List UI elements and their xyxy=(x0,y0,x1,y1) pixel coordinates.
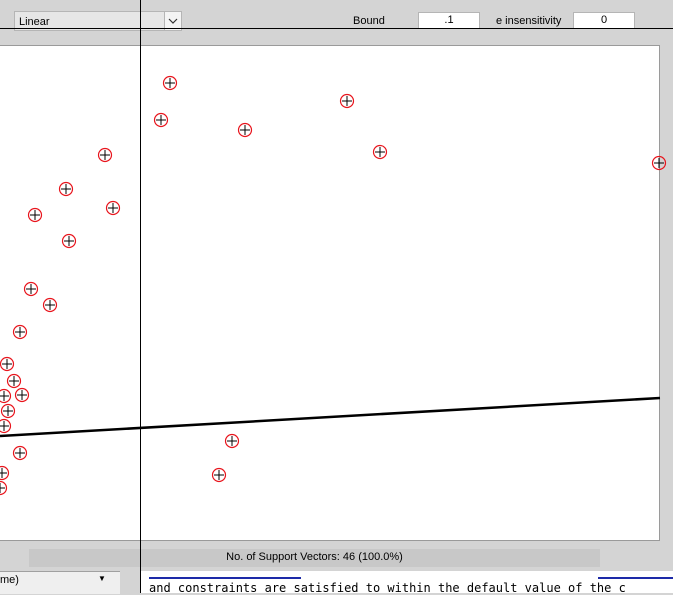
selection-bar-left xyxy=(149,577,301,579)
support-vector-point xyxy=(105,200,121,216)
support-vector-point xyxy=(651,155,667,171)
support-vector-point xyxy=(162,75,178,91)
support-vector-point xyxy=(224,433,240,449)
support-vector-point xyxy=(42,297,58,313)
support-vector-point xyxy=(372,144,388,160)
support-vector-point xyxy=(0,480,8,496)
support-vector-point xyxy=(12,445,28,461)
plot-canvas xyxy=(0,75,667,496)
support-vector-point xyxy=(27,207,43,223)
support-vector-point xyxy=(0,418,12,434)
support-vector-point xyxy=(339,93,355,109)
code-editor-panel: and constraints are satisfied to within … xyxy=(140,571,673,595)
support-vector-point xyxy=(58,181,74,197)
bottom-left-panel: me) ▼ xyxy=(0,571,120,594)
support-vector-point xyxy=(14,387,30,403)
support-vector-point xyxy=(0,356,15,372)
support-vector-point xyxy=(12,324,28,340)
bottom-left-text: me) xyxy=(0,574,19,586)
cursor-vertical-crosshair xyxy=(140,0,141,593)
triangle-down-icon[interactable]: ▼ xyxy=(98,574,106,583)
support-vector-point xyxy=(61,233,77,249)
support-vector-status: No. of Support Vectors: 46 (100.0%) xyxy=(29,549,600,567)
support-vector-point xyxy=(0,465,10,481)
support-vector-point xyxy=(97,147,113,163)
support-vector-point xyxy=(0,403,16,419)
support-vector-point xyxy=(23,281,39,297)
support-vector-point xyxy=(0,388,12,404)
svm-demo-window: Linear Bound .1 e insensitivity 0 No. of… xyxy=(0,0,673,595)
regression-line xyxy=(0,396,661,438)
support-vector-point xyxy=(237,122,253,138)
support-vector-point xyxy=(211,467,227,483)
support-vector-point xyxy=(6,373,22,389)
support-vector-point xyxy=(153,112,169,128)
cursor-horizontal-crosshair xyxy=(0,28,673,29)
selection-bar-right xyxy=(598,577,673,579)
